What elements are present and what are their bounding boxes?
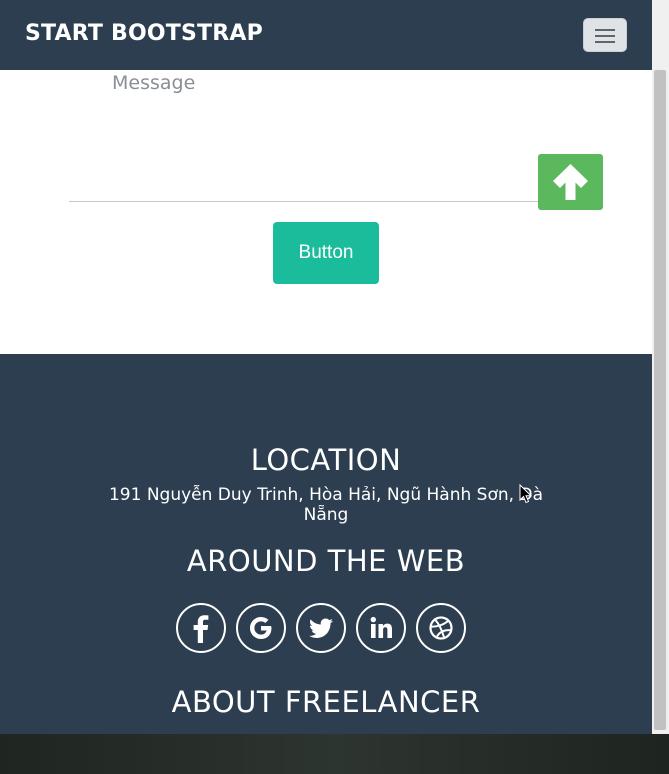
facebook-icon (193, 615, 209, 643)
twitter-link[interactable] (296, 603, 346, 653)
social-links (176, 603, 476, 653)
hamburger-icon-bar (595, 41, 615, 43)
arrow-up-icon (553, 164, 588, 200)
scrollbar-thumb[interactable] (654, 70, 666, 730)
dribbble-icon (429, 616, 453, 640)
message-field-underline (69, 201, 603, 202)
linkedin-link[interactable] (356, 603, 406, 653)
hamburger-icon-bar (595, 35, 615, 37)
scroll-to-top-button[interactable] (538, 154, 603, 210)
about-heading: ABOUT FREELANCER (171, 685, 481, 719)
hamburger-icon-bar (595, 29, 615, 31)
location-heading: LOCATION (250, 443, 402, 477)
location-address: 191 Nguyễn Duy Trinh, Hòa Hải, Ngũ Hành … (108, 485, 544, 525)
navbar: START BOOTSTRAP (0, 0, 652, 70)
around-the-web-heading: AROUND THE WEB (186, 544, 466, 578)
linkedin-icon (370, 616, 392, 638)
menu-toggle-button[interactable] (583, 18, 627, 52)
message-field[interactable]: Message (112, 72, 195, 94)
mouse-cursor-icon (519, 484, 533, 504)
google-icon (250, 617, 272, 639)
taskbar-strip (0, 734, 669, 774)
google-link[interactable] (236, 603, 286, 653)
submit-button[interactable]: Button (273, 222, 379, 284)
twitter-icon (309, 618, 333, 638)
dribbble-link[interactable] (416, 603, 466, 653)
facebook-link[interactable] (176, 603, 226, 653)
brand-link[interactable]: START BOOTSTRAP (25, 21, 263, 46)
